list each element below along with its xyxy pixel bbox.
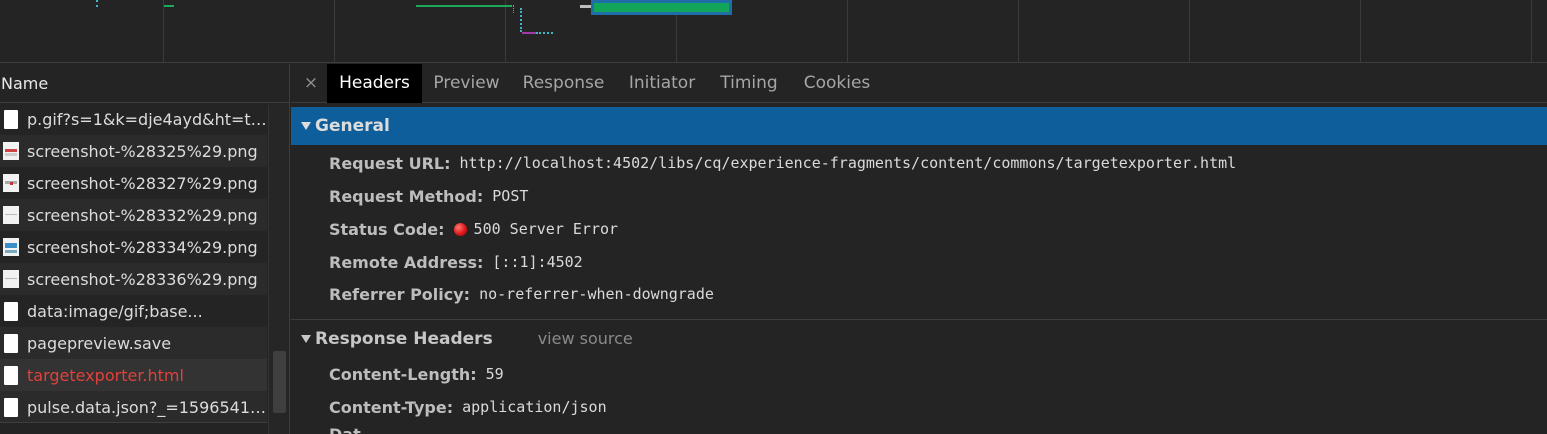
header-key: Request URL: bbox=[329, 153, 451, 173]
header-key-partial: Dat bbox=[329, 425, 361, 434]
expand-triangle-icon bbox=[301, 334, 311, 343]
request-name: pulse.data.json?_=159654132... bbox=[27, 397, 267, 417]
header-value[interactable]: no-referrer-when-downgrade bbox=[479, 285, 714, 303]
header-row-content-length: Content-Length: 59 bbox=[329, 358, 504, 390]
header-row-request-method: Request Method: POST bbox=[329, 180, 528, 212]
request-name: p.gif?s=1&k=dje4ayd&ht=tk... bbox=[27, 109, 267, 129]
waterfall-gridline bbox=[1018, 0, 1019, 62]
tab-initiator[interactable]: Initiator bbox=[616, 64, 708, 103]
request-name: screenshot-%28325%29.png bbox=[27, 141, 258, 161]
header-key: Remote Address: bbox=[329, 252, 484, 272]
request-row[interactable]: screenshot-%28332%29.png bbox=[0, 199, 267, 231]
request-list-scrollbar[interactable] bbox=[268, 105, 289, 434]
view-source-link[interactable]: view source bbox=[538, 329, 633, 348]
request-row[interactable]: screenshot-%28327%29.png bbox=[0, 167, 267, 199]
waterfall-gridline bbox=[505, 0, 506, 62]
tab-response[interactable]: Response bbox=[511, 64, 616, 103]
tab-cookies[interactable]: Cookies bbox=[790, 64, 884, 103]
request-name: targetexporter.html bbox=[27, 365, 184, 385]
details-tab-bar: × Headers Preview Response Initiator Tim… bbox=[291, 64, 1547, 103]
request-row[interactable]: screenshot-%28325%29.png bbox=[0, 135, 267, 167]
request-name: screenshot-%28327%29.png bbox=[27, 173, 258, 193]
header-row-referrer-policy: Referrer Policy: no-referrer-when-downgr… bbox=[329, 278, 714, 310]
header-value[interactable]: POST bbox=[492, 187, 528, 205]
file-icon bbox=[4, 333, 18, 353]
request-row[interactable]: pulse.data.json?_=159654132... bbox=[0, 391, 267, 423]
request-list-panel: Name p.gif?s=1&k=dje4ayd&ht=tk... screen… bbox=[0, 64, 290, 434]
request-name: data:image/gif;base... bbox=[27, 301, 203, 321]
header-value[interactable]: http://localhost:4502/libs/cq/experience… bbox=[460, 154, 1237, 172]
header-value[interactable]: application/json bbox=[462, 398, 607, 416]
header-value[interactable]: 59 bbox=[486, 365, 504, 383]
expand-triangle-icon bbox=[301, 122, 311, 130]
image-thumbnail-icon bbox=[3, 270, 19, 288]
image-thumbnail-icon bbox=[3, 238, 19, 256]
tab-headers[interactable]: Headers bbox=[327, 64, 422, 103]
waterfall-bar bbox=[522, 32, 536, 34]
header-row-remote-address: Remote Address: [::1]:4502 bbox=[329, 246, 583, 278]
waterfall-gridline bbox=[1531, 0, 1532, 62]
header-key: Referrer Policy: bbox=[329, 284, 471, 304]
scrollbar-thumb[interactable] bbox=[273, 351, 286, 413]
waterfall-bar bbox=[416, 5, 512, 7]
request-row[interactable]: screenshot-%28334%29.png bbox=[0, 231, 267, 263]
header-row-content-type: Content-Type: application/json bbox=[329, 391, 607, 423]
request-name: screenshot-%28332%29.png bbox=[27, 205, 258, 225]
waterfall-bar bbox=[536, 32, 553, 34]
section-title: Response Headers bbox=[315, 328, 493, 349]
tab-preview[interactable]: Preview bbox=[422, 64, 511, 103]
response-headers-section-header[interactable]: Response Headers view source bbox=[291, 319, 1547, 357]
request-row[interactable]: pagepreview.save bbox=[0, 327, 267, 359]
waterfall-bar-selected bbox=[591, 0, 732, 15]
waterfall-bar bbox=[164, 5, 174, 7]
header-value[interactable]: 500 Server Error bbox=[474, 220, 619, 238]
header-key: Request Method: bbox=[329, 186, 484, 206]
request-name: screenshot-%28336%29.png bbox=[27, 269, 258, 289]
request-name: pagepreview.save bbox=[27, 333, 172, 353]
waterfall-gridline bbox=[334, 0, 335, 62]
header-value[interactable]: [::1]:4502 bbox=[492, 253, 582, 271]
network-waterfall[interactable] bbox=[0, 0, 1547, 63]
image-thumbnail-icon bbox=[3, 206, 19, 224]
section-title: General bbox=[315, 116, 390, 136]
request-row[interactable]: screenshot-%28336%29.png bbox=[0, 263, 267, 295]
waterfall-gridline bbox=[163, 0, 164, 62]
header-key: Content-Type: bbox=[329, 397, 454, 417]
waterfall-gridline bbox=[1189, 0, 1190, 62]
file-icon bbox=[4, 109, 18, 129]
image-thumbnail-icon bbox=[3, 142, 19, 160]
header-key: Status Code: bbox=[329, 219, 445, 239]
request-row[interactable]: data:image/gif;base... bbox=[0, 295, 267, 327]
list-footer-divider bbox=[0, 422, 268, 434]
waterfall-bar bbox=[96, 0, 99, 7]
tab-timing[interactable]: Timing bbox=[708, 64, 790, 103]
file-icon bbox=[4, 397, 18, 417]
request-details-panel: × Headers Preview Response Initiator Tim… bbox=[291, 64, 1547, 434]
request-row-selected[interactable]: targetexporter.html bbox=[0, 359, 267, 391]
waterfall-bar bbox=[520, 8, 522, 32]
waterfall-bar bbox=[513, 5, 515, 13]
header-key: Content-Length: bbox=[329, 364, 477, 384]
request-row[interactable]: p.gif?s=1&k=dje4ayd&ht=tk... bbox=[0, 103, 267, 135]
file-icon bbox=[4, 301, 18, 321]
header-row-request-url: Request URL: http://localhost:4502/libs/… bbox=[329, 147, 1236, 179]
waterfall-gridline bbox=[847, 0, 848, 62]
request-name: screenshot-%28334%29.png bbox=[27, 237, 258, 257]
header-row-status-code: Status Code: 500 Server Error bbox=[329, 213, 618, 245]
file-icon bbox=[4, 365, 18, 385]
close-icon[interactable]: × bbox=[301, 72, 321, 94]
name-column-header[interactable]: Name bbox=[0, 64, 289, 103]
error-status-icon bbox=[453, 222, 467, 236]
waterfall-gridline bbox=[1360, 0, 1361, 62]
image-thumbnail-icon bbox=[3, 174, 19, 192]
general-section-header[interactable]: General bbox=[291, 107, 1547, 145]
